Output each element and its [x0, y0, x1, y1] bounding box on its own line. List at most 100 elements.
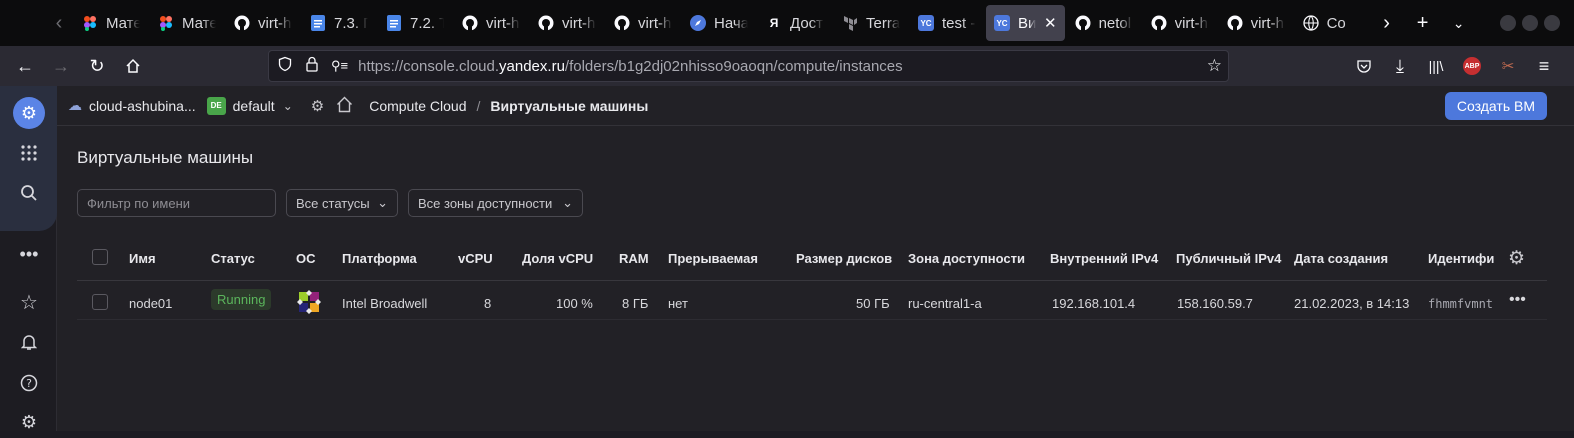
tab[interactable]: Со: [1295, 5, 1369, 41]
shield-icon[interactable]: [277, 56, 293, 77]
breadcrumb-folder[interactable]: default: [233, 98, 275, 114]
tab[interactable]: netol: [1067, 5, 1141, 41]
column-header-vcpu[interactable]: vCPU: [458, 251, 493, 266]
tab-active[interactable]: YC Ви ✕: [986, 5, 1065, 41]
vm-public-ip: 158.160.59.7: [1177, 296, 1253, 311]
tab[interactable]: Мате: [74, 5, 148, 41]
tab-title: virt-h: [638, 14, 672, 32]
tab[interactable]: Я Дост: [758, 5, 832, 41]
bookmark-star-icon[interactable]: ☆: [1207, 56, 1222, 76]
column-header-ram[interactable]: RAM: [619, 251, 649, 266]
table-settings-gear-icon[interactable]: ⚙: [1508, 247, 1525, 270]
maximize-window-icon[interactable]: [1522, 15, 1538, 31]
close-window-icon[interactable]: [1544, 15, 1560, 31]
notifications-bell-icon[interactable]: [13, 326, 45, 358]
more-icon[interactable]: •••: [13, 238, 45, 270]
tab[interactable]: YC test -: [910, 5, 984, 41]
tab[interactable]: Terra: [834, 5, 908, 41]
create-vm-button[interactable]: Создать ВМ: [1444, 92, 1547, 120]
column-header-internal-ip[interactable]: Внутренний IPv4: [1050, 251, 1158, 266]
svg-text:?: ?: [26, 377, 32, 390]
tab[interactable]: Мате: [150, 5, 224, 41]
adblock-icon[interactable]: ABP: [1454, 50, 1490, 82]
vm-preemptible: нет: [668, 296, 688, 311]
close-tab-icon[interactable]: ✕: [1044, 14, 1057, 32]
forward-icon[interactable]: →: [43, 50, 79, 82]
column-header-disk-size[interactable]: Размер дисков: [796, 251, 892, 266]
tab-strip: Мате Мате virt-h 7.3. Г 7.2. Т virt-h virt-h vi…: [74, 5, 1369, 41]
tab[interactable]: virt-h: [226, 5, 300, 41]
tab-scroll-right-icon[interactable]: ›: [1369, 5, 1405, 41]
toolbar-right: ⤓ |||\ ABP ✂ ≡: [1346, 50, 1562, 82]
pocket-icon[interactable]: [1346, 50, 1382, 82]
tab-title: Мате: [182, 14, 216, 32]
all-services-icon[interactable]: [13, 137, 45, 169]
favorites-star-icon[interactable]: ☆: [13, 286, 45, 318]
column-header-platform[interactable]: Платформа: [342, 251, 417, 266]
github-icon: [234, 15, 250, 31]
compute-cloud-logo-icon[interactable]: ⚙: [13, 97, 45, 129]
select-all-checkbox[interactable]: [92, 249, 108, 265]
column-header-name[interactable]: Имя: [129, 251, 156, 266]
help-icon[interactable]: ?: [13, 367, 45, 399]
extension-icon[interactable]: ✂: [1490, 50, 1526, 82]
column-header-status[interactable]: Статус: [211, 251, 255, 266]
list-all-tabs-icon[interactable]: ⌄: [1441, 5, 1477, 41]
tab-title: virt-h: [258, 14, 292, 32]
left-navigation: ⚙ ••• ☆ ? ⚙: [0, 86, 57, 432]
tab[interactable]: virt-h: [1219, 5, 1293, 41]
tab-scroll-left-icon[interactable]: ‹: [44, 0, 74, 46]
status-select[interactable]: Все статусы ⌄: [286, 189, 398, 217]
tab[interactable]: 7.3. Г: [302, 5, 376, 41]
table-row-divider: [77, 319, 1547, 320]
new-tab-icon[interactable]: +: [1405, 5, 1441, 41]
column-header-preemptible[interactable]: Прерываемая: [668, 251, 758, 266]
row-actions-more-icon[interactable]: •••: [1509, 291, 1526, 309]
compass-icon: [690, 15, 706, 31]
column-header-os[interactable]: ОС: [296, 251, 316, 266]
name-filter-input[interactable]: Фильтр по имени: [77, 189, 276, 217]
page-title: Виртуальные машины: [77, 148, 254, 167]
home-icon[interactable]: [115, 50, 151, 82]
service-graph-icon[interactable]: ⚙: [311, 97, 324, 115]
column-header-id[interactable]: Идентифи: [1428, 251, 1495, 266]
tab-title: Terra: [866, 14, 900, 32]
column-header-public-ip[interactable]: Публичный IPv4: [1176, 251, 1281, 266]
chevron-down-icon[interactable]: ⌄: [283, 99, 293, 113]
tab[interactable]: virt-h: [454, 5, 528, 41]
vm-name[interactable]: node01: [129, 296, 172, 311]
column-header-vcpu-share[interactable]: Доля vCPU: [522, 251, 593, 266]
breadcrumb-cloud[interactable]: cloud-ashubina...: [89, 98, 196, 114]
vm-internal-ip: 192.168.101.4: [1052, 296, 1136, 311]
tab[interactable]: virt-h: [606, 5, 680, 41]
zone-select[interactable]: Все зоны доступности ⌄: [408, 189, 583, 217]
yandex-icon: Я: [769, 16, 779, 30]
breadcrumb-service[interactable]: Compute Cloud: [369, 98, 466, 114]
reload-icon[interactable]: ↻: [79, 50, 115, 82]
tab-title: virt-h: [1250, 14, 1284, 32]
tab-title: 7.2. Т: [410, 14, 444, 32]
lock-icon[interactable]: [305, 56, 319, 77]
yc-icon: YC: [994, 15, 1010, 31]
compute-home-icon[interactable]: [336, 96, 353, 116]
chevron-down-icon: ⌄: [562, 195, 573, 210]
menu-icon[interactable]: ≡: [1526, 50, 1562, 82]
settings-gear-icon[interactable]: ⚙: [13, 406, 45, 438]
tab[interactable]: 7.2. Т: [378, 5, 452, 41]
vm-id[interactable]: fhmmfvmnt: [1428, 297, 1495, 311]
permissions-icon[interactable]: ⚲≡: [331, 58, 348, 74]
row-checkbox[interactable]: [92, 294, 108, 310]
search-icon[interactable]: [13, 177, 45, 209]
downloads-icon[interactable]: ⤓: [1382, 50, 1418, 82]
tab[interactable]: Нача: [682, 5, 756, 41]
back-icon[interactable]: ←: [7, 50, 43, 82]
library-icon[interactable]: |||\: [1418, 50, 1454, 82]
tab[interactable]: virt-h: [1143, 5, 1217, 41]
column-header-created[interactable]: Дата создания: [1294, 251, 1388, 266]
tab[interactable]: virt-h: [530, 5, 604, 41]
tab-title: Со: [1326, 14, 1346, 32]
column-header-zone[interactable]: Зона доступности: [908, 251, 1025, 266]
minimize-window-icon[interactable]: [1500, 15, 1516, 31]
address-bar[interactable]: ⚲≡ https://console.cloud.yandex.ru/folde…: [268, 50, 1229, 82]
breadcrumb-separator: /: [476, 97, 481, 114]
